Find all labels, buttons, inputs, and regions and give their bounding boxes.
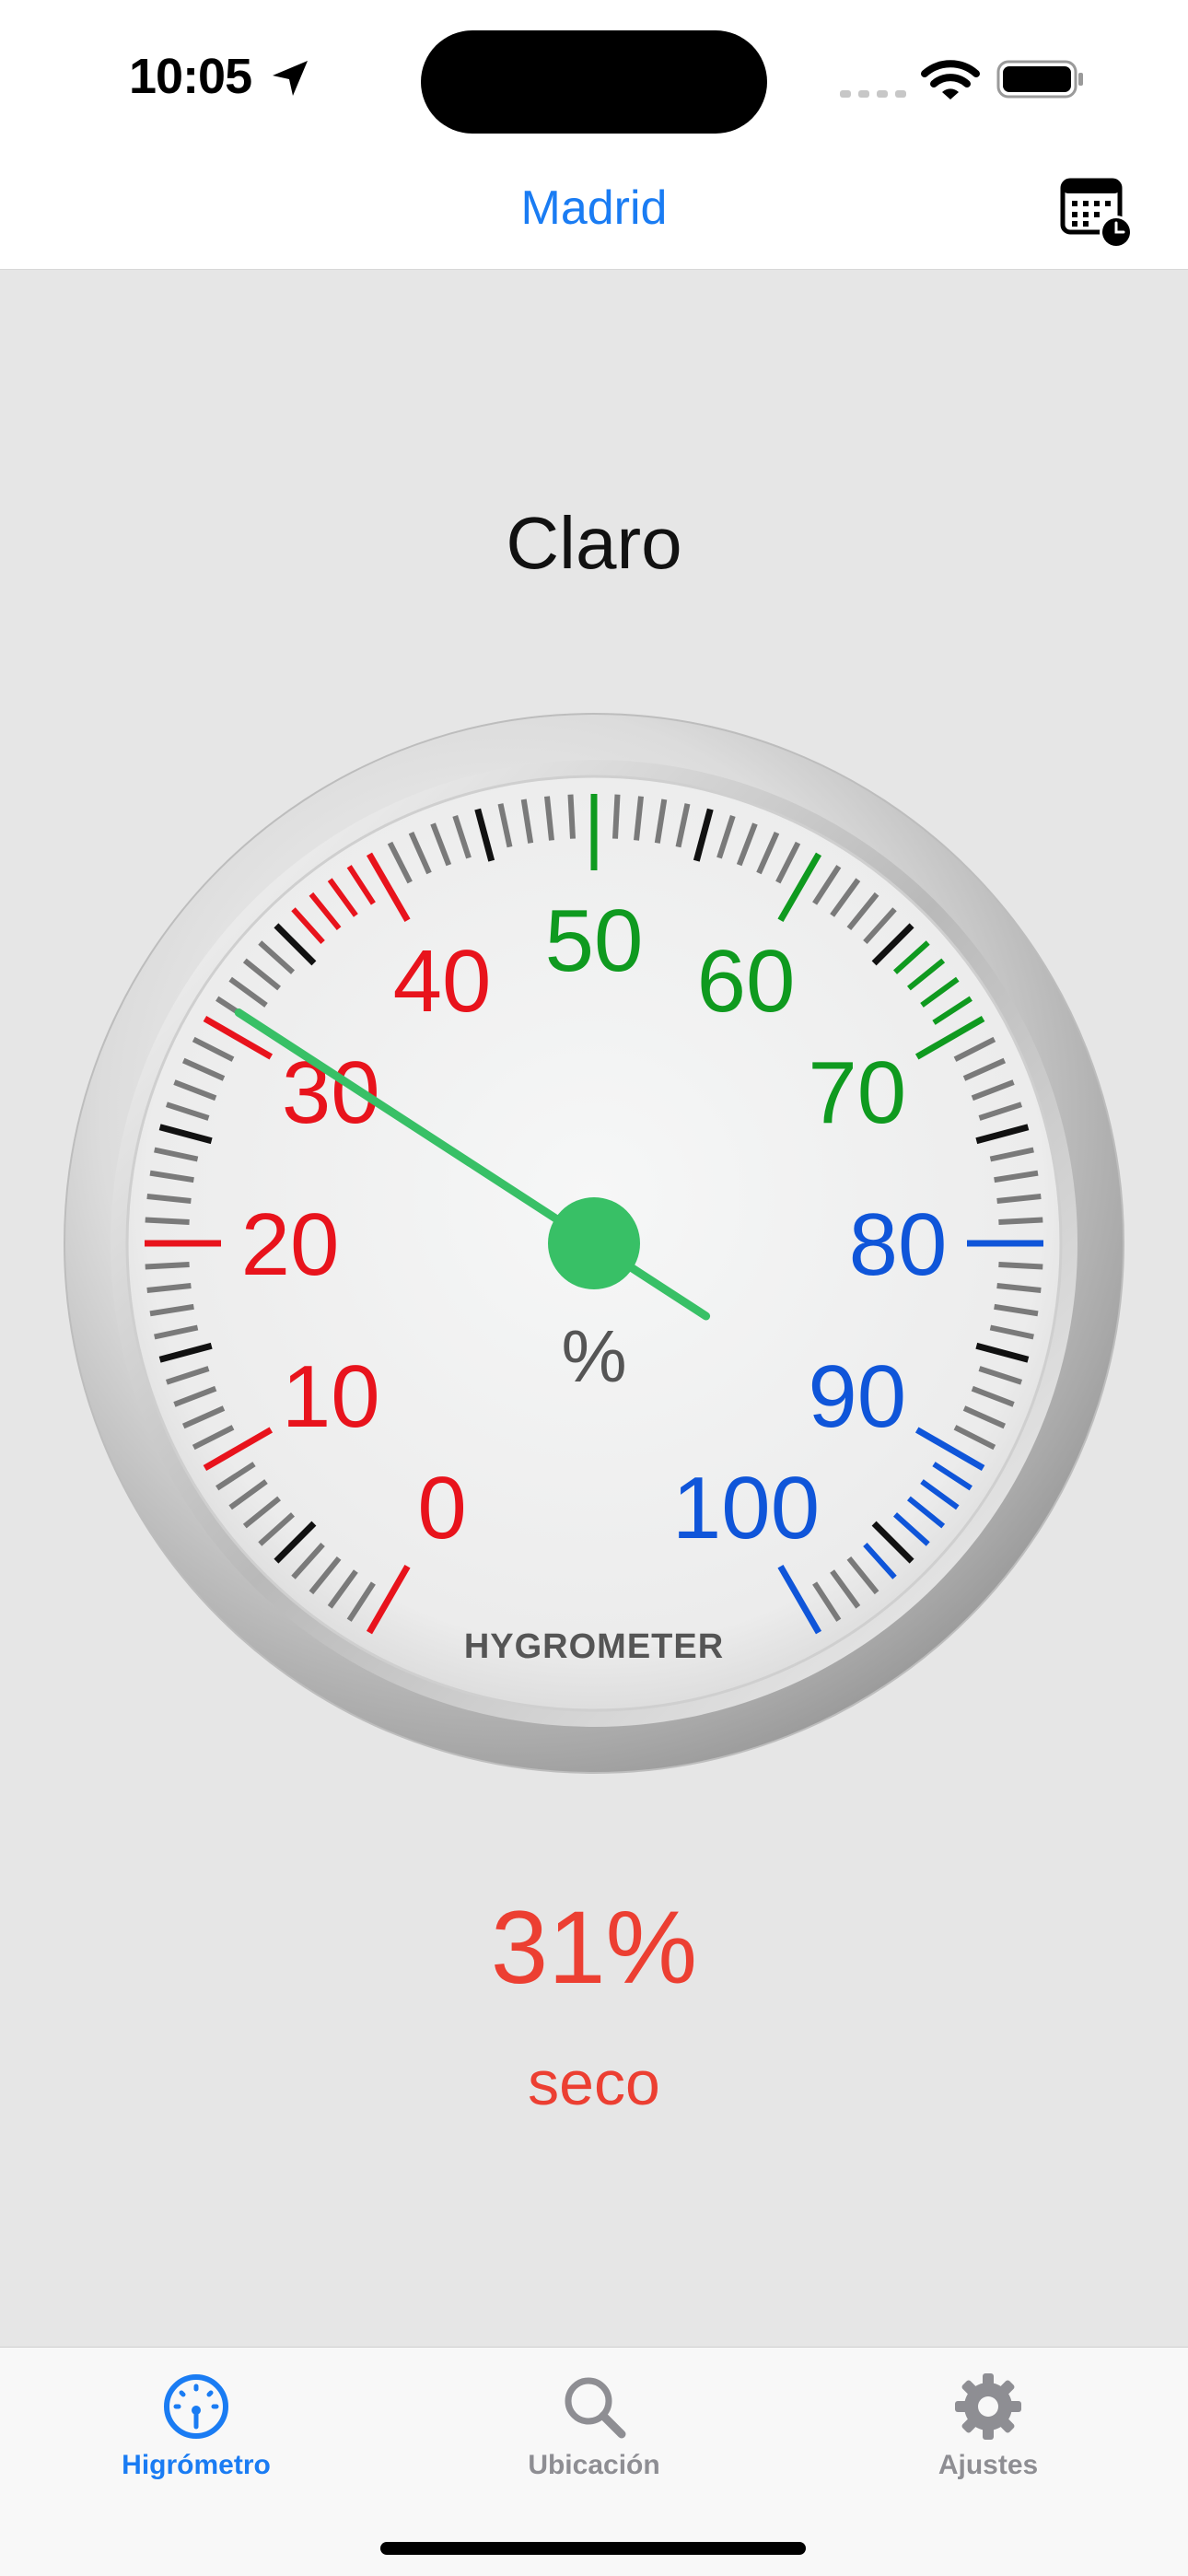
tab-settings[interactable]: Ajustes xyxy=(850,2348,1126,2495)
dynamic-island xyxy=(421,30,767,134)
gauge-label-40: 40 xyxy=(393,932,492,1031)
gauge-label-50: 50 xyxy=(545,892,644,990)
gauge-label-20: 20 xyxy=(241,1195,340,1294)
top-bar: 10:05 Madrid xyxy=(0,0,1188,270)
tab-location[interactable]: Ubicación xyxy=(456,2348,732,2495)
gauge-label-10: 10 xyxy=(282,1347,380,1446)
magnifying-glass-icon xyxy=(565,2377,626,2439)
gauge-label-70: 70 xyxy=(808,1043,906,1142)
tab-label-settings: Ajustes xyxy=(938,2450,1039,2480)
gauge-unit: % xyxy=(561,1315,626,1397)
gauge-tick xyxy=(145,1217,190,1225)
gauge-needle-hub xyxy=(548,1197,640,1289)
tab-label-location: Ubicación xyxy=(528,2450,660,2480)
gauge-label-60: 60 xyxy=(697,932,796,1031)
gauge-label-90: 90 xyxy=(808,1347,906,1446)
nav-title-location[interactable]: Madrid xyxy=(0,181,1188,236)
gauge-label-80: 80 xyxy=(849,1195,948,1294)
gauge-label-100: 100 xyxy=(672,1459,820,1557)
gauge-brand: HYGROMETER xyxy=(464,1627,724,1666)
gauge-tick xyxy=(567,794,576,839)
gauge-tick xyxy=(998,1262,1043,1270)
signal-icon xyxy=(840,90,906,98)
gear-icon xyxy=(955,2373,1021,2440)
gauge-label-0: 0 xyxy=(417,1459,466,1557)
humidity-description: seco xyxy=(528,2048,660,2118)
hygrometer-gauge: 010203040 50 60708090100 % HYGROMETER xyxy=(64,713,1124,1774)
home-indicator xyxy=(380,2542,806,2555)
calendar-clock-icon[interactable] xyxy=(1059,175,1136,252)
gauge-tick xyxy=(145,1262,190,1270)
humidity-value: 31% xyxy=(490,1890,698,2005)
weather-condition: Claro xyxy=(506,502,682,584)
tab-label-hygrometer: Higrómetro xyxy=(122,2450,271,2480)
wifi-icon xyxy=(921,60,980,99)
battery-icon xyxy=(996,60,1083,99)
status-time: 10:05 xyxy=(129,49,252,104)
gauge-tick xyxy=(612,794,621,839)
tab-hygrometer[interactable]: Higrómetro xyxy=(58,2348,334,2495)
gauge-tick xyxy=(998,1217,1043,1225)
location-arrow-icon xyxy=(273,61,308,96)
gauge-icon xyxy=(164,2374,228,2439)
